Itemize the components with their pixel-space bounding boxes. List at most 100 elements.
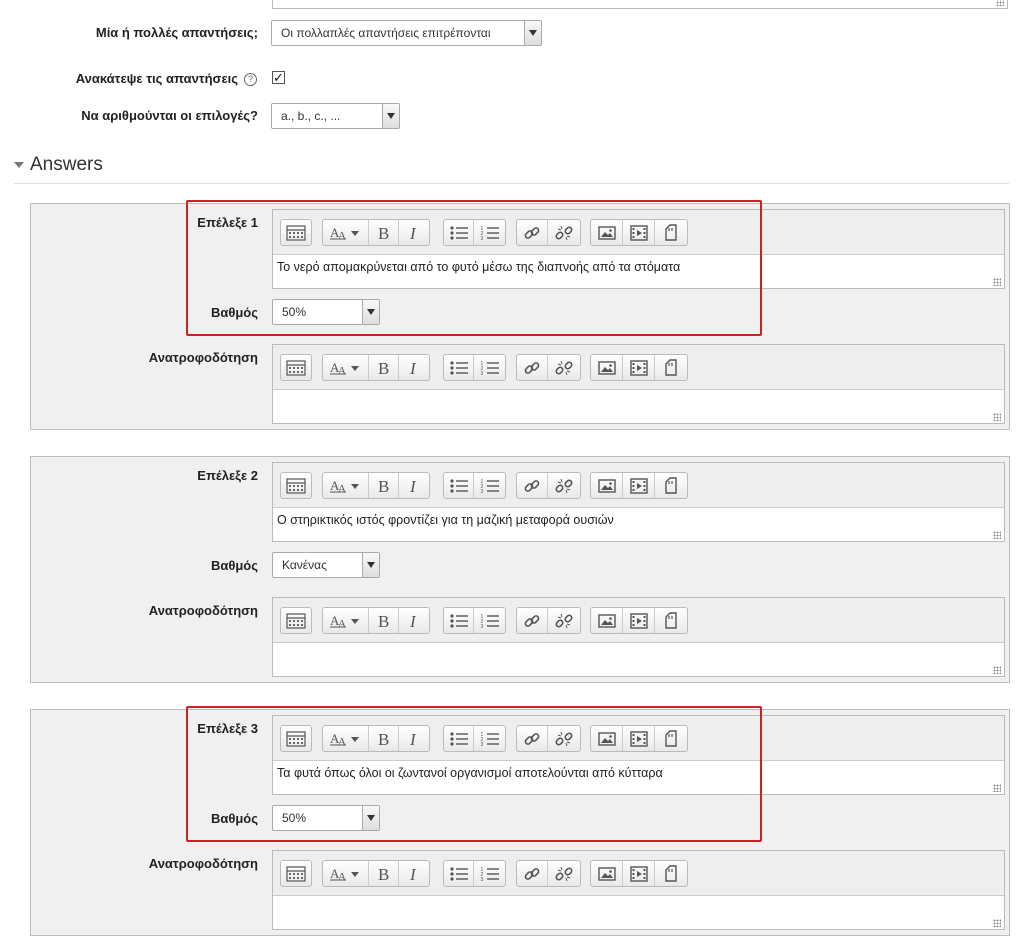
insert-media-button[interactable] xyxy=(623,473,655,498)
numbering-select[interactable]: a., b., c., ... xyxy=(271,103,400,129)
insert-image-button[interactable] xyxy=(591,473,623,498)
resize-grip-icon[interactable] xyxy=(993,531,1001,539)
font-style-button[interactable]: AA xyxy=(323,726,369,751)
feedback-editor-content[interactable] xyxy=(273,643,1004,676)
unordered-list-icon xyxy=(449,613,469,629)
font-style-button[interactable]: AA xyxy=(323,355,369,380)
unlink-button[interactable] xyxy=(548,473,580,498)
chevron-down-icon xyxy=(382,104,399,128)
resize-grip-icon[interactable] xyxy=(993,278,1001,286)
bold-button[interactable]: B xyxy=(369,726,399,751)
italic-button[interactable]: I xyxy=(399,355,429,380)
grade-select[interactable]: 50% xyxy=(272,805,380,831)
resize-grip-icon[interactable] xyxy=(993,666,1001,674)
manage-files-button[interactable] xyxy=(655,726,687,751)
help-icon[interactable]: ? xyxy=(244,73,257,86)
resize-grip-icon[interactable] xyxy=(996,0,1004,6)
feedback-label: Ανατροφοδότηση xyxy=(148,856,258,871)
ordered-list-button[interactable]: 123 xyxy=(474,726,505,751)
toolbar-toggle-icon xyxy=(286,865,306,882)
italic-button[interactable]: I xyxy=(399,726,429,751)
resize-grip-icon[interactable] xyxy=(993,919,1001,927)
choice-editor-content[interactable]: Ο στηρικτικός ιστός φροντίζει για τη μαζ… xyxy=(273,508,1004,541)
feedback-editor-content[interactable] xyxy=(273,390,1004,423)
insert-image-button[interactable] xyxy=(591,861,623,886)
manage-files-button[interactable] xyxy=(655,608,687,633)
unlink-button[interactable] xyxy=(548,220,580,245)
grade-select[interactable]: Κανένας xyxy=(272,552,380,578)
font-style-button[interactable]: AA xyxy=(323,861,369,886)
ordered-list-button[interactable]: 123 xyxy=(474,861,505,886)
insert-media-button[interactable] xyxy=(623,355,655,380)
single-multiple-select[interactable]: Οι πολλαπλές απαντήσεις επιτρέπονται xyxy=(271,20,542,46)
font-style-button[interactable]: AA xyxy=(323,608,369,633)
italic-button[interactable]: I xyxy=(399,473,429,498)
feedback-editor: AA B I 123 xyxy=(272,850,1005,930)
unordered-list-button[interactable] xyxy=(444,608,474,633)
insert-media-button[interactable] xyxy=(623,726,655,751)
unordered-list-button[interactable] xyxy=(444,861,474,886)
bold-button[interactable]: B xyxy=(369,220,399,245)
link-button[interactable] xyxy=(517,608,548,633)
choice-editor-content[interactable]: Το νερό απομακρύνεται από το φυτό μέσω τ… xyxy=(273,255,1004,288)
choice-editor-content[interactable]: Τα φυτά όπως όλοι οι ζωντανοί οργανισμοί… xyxy=(273,761,1004,794)
toolbar-button-group xyxy=(280,607,312,634)
insert-media-button[interactable] xyxy=(623,608,655,633)
insert-image-button[interactable] xyxy=(591,608,623,633)
italic-icon: I xyxy=(405,730,423,748)
unlink-button[interactable] xyxy=(548,726,580,751)
feedback-label: Ανατροφοδότηση xyxy=(148,603,258,618)
italic-button[interactable]: I xyxy=(399,220,429,245)
link-button[interactable] xyxy=(517,220,548,245)
unordered-list-button[interactable] xyxy=(444,726,474,751)
ordered-list-button[interactable]: 123 xyxy=(474,355,505,380)
unordered-list-button[interactable] xyxy=(444,220,474,245)
manage-files-button[interactable] xyxy=(655,220,687,245)
insert-image-button[interactable] xyxy=(591,355,623,380)
toolbar-button-group xyxy=(516,354,581,381)
toolbar-toggle-button[interactable] xyxy=(281,861,311,886)
toolbar-toggle-button[interactable] xyxy=(281,220,311,245)
italic-icon: I xyxy=(405,865,423,883)
insert-image-button[interactable] xyxy=(591,726,623,751)
link-button[interactable] xyxy=(517,473,548,498)
toolbar-toggle-button[interactable] xyxy=(281,473,311,498)
feedback-editor-content[interactable] xyxy=(273,896,1004,929)
link-button[interactable] xyxy=(517,861,548,886)
unordered-list-button[interactable] xyxy=(444,473,474,498)
unlink-button[interactable] xyxy=(548,608,580,633)
ordered-list-button[interactable]: 123 xyxy=(474,608,505,633)
bold-button[interactable]: B xyxy=(369,355,399,380)
resize-grip-icon[interactable] xyxy=(993,413,1001,421)
insert-media-button[interactable] xyxy=(623,861,655,886)
grade-select[interactable]: 50% xyxy=(272,299,380,325)
svg-text:I: I xyxy=(409,612,417,630)
toolbar-button-group xyxy=(590,860,688,887)
font-style-button[interactable]: AA xyxy=(323,473,369,498)
insert-image-button[interactable] xyxy=(591,220,623,245)
italic-button[interactable]: I xyxy=(399,608,429,633)
toolbar-toggle-button[interactable] xyxy=(281,608,311,633)
link-button[interactable] xyxy=(517,355,548,380)
unlink-button[interactable] xyxy=(548,861,580,886)
ordered-list-button[interactable]: 123 xyxy=(474,220,505,245)
bold-button[interactable]: B xyxy=(369,608,399,633)
link-button[interactable] xyxy=(517,726,548,751)
manage-files-button[interactable] xyxy=(655,861,687,886)
unlink-button[interactable] xyxy=(548,355,580,380)
ordered-list-button[interactable]: 123 xyxy=(474,473,505,498)
toolbar-button-group xyxy=(280,219,312,246)
font-style-button[interactable]: AA xyxy=(323,220,369,245)
shuffle-checkbox[interactable]: ✓ xyxy=(272,71,285,84)
manage-files-button[interactable] xyxy=(655,355,687,380)
manage-files-button[interactable] xyxy=(655,473,687,498)
italic-button[interactable]: I xyxy=(399,861,429,886)
toolbar-toggle-button[interactable] xyxy=(281,355,311,380)
bold-button[interactable]: B xyxy=(369,861,399,886)
toolbar-toggle-button[interactable] xyxy=(281,726,311,751)
bold-button[interactable]: B xyxy=(369,473,399,498)
answers-section-header[interactable]: Answers xyxy=(14,154,103,176)
resize-grip-icon[interactable] xyxy=(993,784,1001,792)
unordered-list-button[interactable] xyxy=(444,355,474,380)
insert-media-button[interactable] xyxy=(623,220,655,245)
